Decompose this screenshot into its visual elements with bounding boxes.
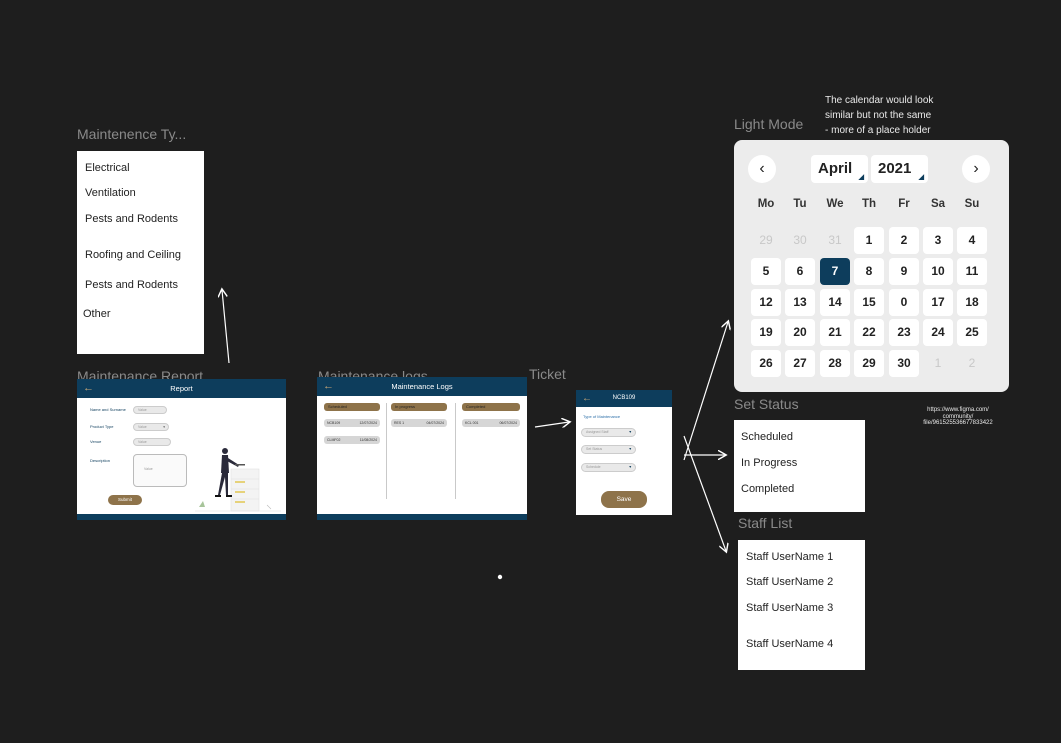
calendar-day[interactable]: 17 xyxy=(923,289,953,316)
arrow xyxy=(534,422,569,427)
calendar-note: The calendar would look similar but not … xyxy=(825,93,933,138)
note-line: - more of a place holder xyxy=(825,125,931,136)
calendar-day[interactable]: 8 xyxy=(854,258,884,285)
year-value: 2021 xyxy=(878,160,912,177)
calendar-widget: ‹ April ◢ 2021 ◢ › Mo Tu We Th Fr Sa Su … xyxy=(734,140,1009,392)
calendar-day[interactable]: 11 xyxy=(957,258,987,285)
calendar-day[interactable]: 19 xyxy=(751,319,781,346)
staff-item[interactable]: Staff UserName 1 xyxy=(746,551,833,563)
calendar-day[interactable]: 20 xyxy=(785,319,815,346)
year-dropdown[interactable]: 2021 ◢ xyxy=(871,155,928,183)
url-line: file/961525536677833422 xyxy=(923,420,993,426)
calendar-day[interactable]: 30 xyxy=(889,350,919,377)
weekday-header: Sa xyxy=(930,198,946,210)
caret-icon: ◢ xyxy=(918,174,924,181)
calendar-day[interactable]: 12 xyxy=(751,289,781,316)
note-line: The calendar would look xyxy=(825,95,934,106)
calendar-day[interactable]: 0 xyxy=(889,289,919,316)
calendar-day[interactable]: 15 xyxy=(854,289,884,316)
calendar-day[interactable]: 28 xyxy=(820,350,850,377)
weekday-header: We xyxy=(826,198,844,210)
calendar-day[interactable]: 10 xyxy=(923,258,953,285)
calendar-day[interactable]: 14 xyxy=(820,289,850,316)
calendar-day[interactable]: 27 xyxy=(785,350,815,377)
status-option[interactable]: Scheduled xyxy=(741,431,793,443)
calendar-day[interactable]: 22 xyxy=(854,319,884,346)
calendar-day[interactable]: 21 xyxy=(820,319,850,346)
calendar-day[interactable]: 5 xyxy=(751,258,781,285)
note-line: similar but not the same xyxy=(825,110,932,121)
weekday-header: Th xyxy=(861,198,877,210)
calendar-day[interactable]: 3 xyxy=(923,227,953,254)
chevron-left-icon[interactable]: ‹ xyxy=(748,155,776,183)
arrow xyxy=(222,290,230,364)
calendar-day[interactable]: 1 xyxy=(923,350,953,377)
month-value: April xyxy=(818,160,853,177)
calendar-day[interactable]: 2 xyxy=(957,350,987,377)
arrow xyxy=(683,435,726,551)
calendar-day[interactable]: 2 xyxy=(889,227,919,254)
calendar-day[interactable]: 30 xyxy=(785,227,815,254)
staff-item[interactable]: Staff UserName 3 xyxy=(746,602,833,614)
weekday-header: Su xyxy=(964,198,980,210)
calendar-day[interactable]: 13 xyxy=(785,289,815,316)
light-mode-label: Light Mode xyxy=(734,116,804,132)
status-option[interactable]: Completed xyxy=(741,483,794,495)
calendar-day[interactable]: 4 xyxy=(957,227,987,254)
staff-list-label: Staff List xyxy=(738,515,793,531)
set-status-label: Set Status xyxy=(734,396,799,412)
calendar-day[interactable]: 6 xyxy=(785,258,815,285)
staff-item[interactable]: Staff UserName 4 xyxy=(746,638,833,650)
set-status-list: Scheduled In Progress Completed xyxy=(734,420,865,512)
staff-list: Staff UserName 1 Staff UserName 2 Staff … xyxy=(738,540,865,670)
calendar-day[interactable]: 24 xyxy=(923,319,953,346)
calendar-day[interactable]: 29 xyxy=(751,227,781,254)
calendar-day[interactable]: 26 xyxy=(751,350,781,377)
calendar-day[interactable]: 25 xyxy=(957,319,987,346)
calendar-day[interactable]: 9 xyxy=(889,258,919,285)
month-dropdown[interactable]: April ◢ xyxy=(811,155,868,183)
calendar-day[interactable]: 29 xyxy=(854,350,884,377)
arrow xyxy=(683,322,728,461)
weekday-header: Mo xyxy=(757,198,775,210)
chevron-right-icon[interactable]: › xyxy=(962,155,990,183)
weekday-header: Fr xyxy=(898,198,910,210)
calendar-day[interactable]: 23 xyxy=(889,319,919,346)
calendar-day-selected[interactable]: 7 xyxy=(820,258,850,285)
staff-item[interactable]: Staff UserName 2 xyxy=(746,576,833,588)
caret-icon: ◢ xyxy=(858,174,864,181)
weekday-header: Tu xyxy=(793,198,807,210)
calendar-day[interactable]: 18 xyxy=(957,289,987,316)
status-option[interactable]: In Progress xyxy=(741,457,797,469)
figma-url[interactable]: https://www.figma.com/ community/ file/9… xyxy=(912,407,1004,427)
calendar-day[interactable]: 1 xyxy=(854,227,884,254)
calendar-day[interactable]: 31 xyxy=(820,227,850,254)
